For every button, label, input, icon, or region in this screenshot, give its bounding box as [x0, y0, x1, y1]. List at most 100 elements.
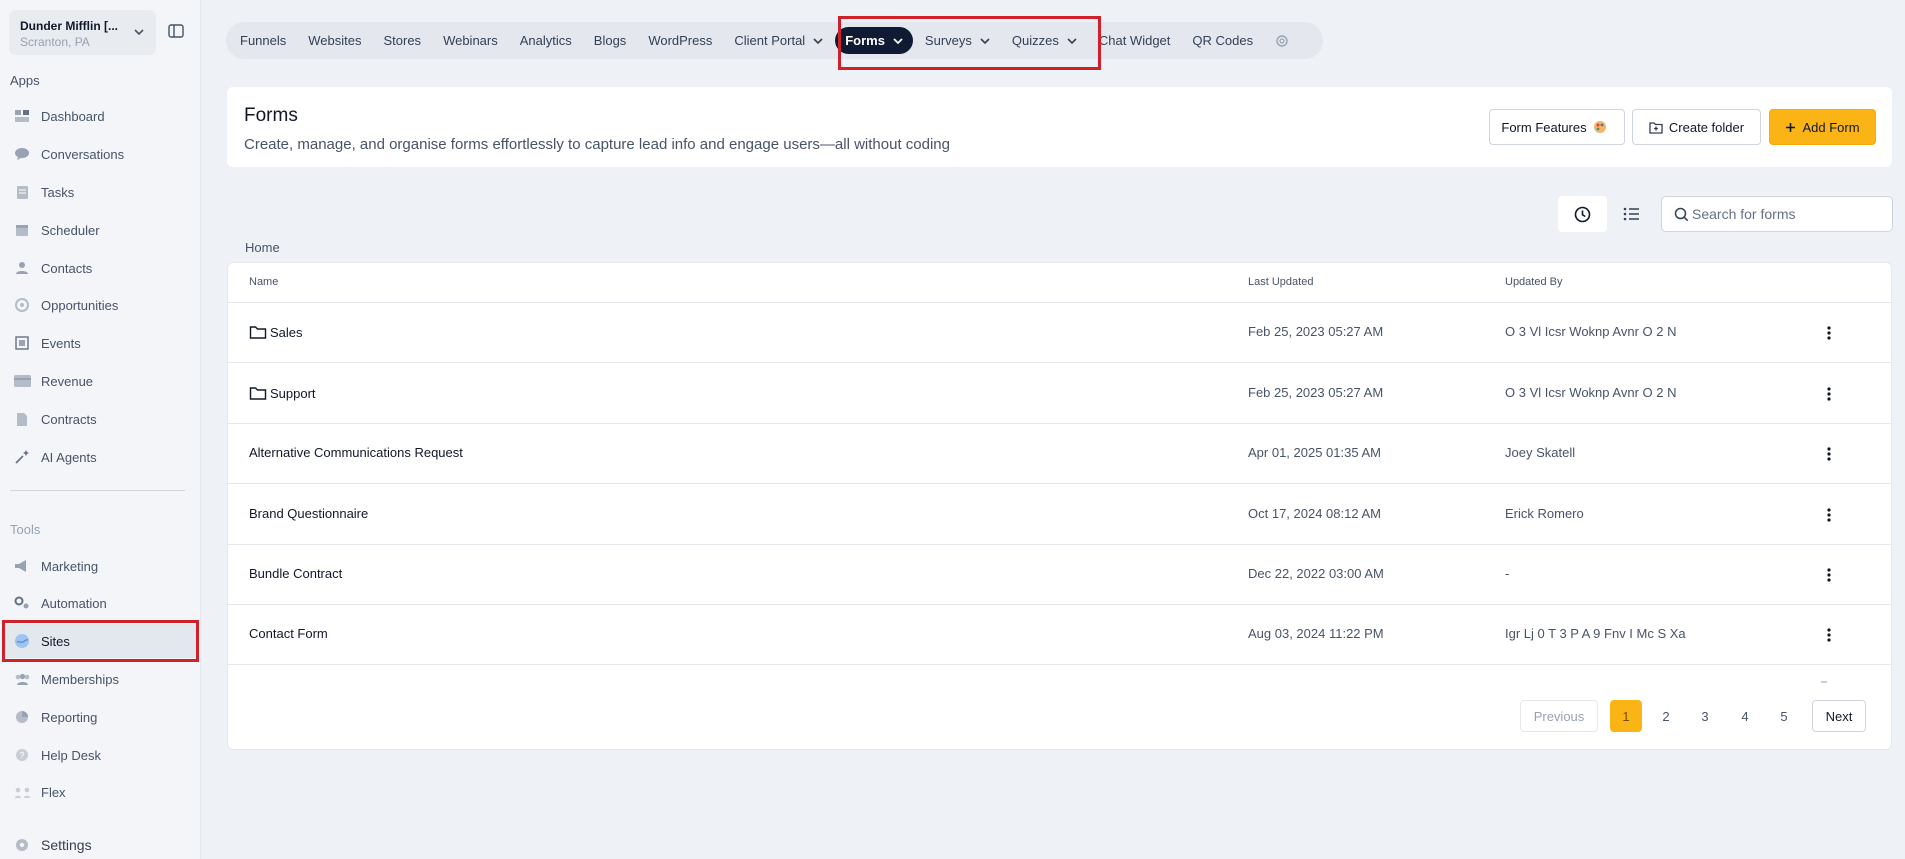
pagination-page-5[interactable]: 5 [1768, 700, 1800, 732]
row-name[interactable]: Support [249, 385, 316, 401]
sidebar-item-label: AI Agents [41, 449, 97, 465]
location-switcher[interactable]: Dunder Mifflin [... Scranton, PA [9, 10, 156, 55]
sidebar-item-label: Automation [41, 595, 107, 611]
dashboard-icon [13, 107, 31, 125]
recent-view-button[interactable] [1558, 196, 1607, 232]
row-name-label: Sales [270, 324, 303, 340]
row-updated-by: - [1505, 566, 1510, 581]
sidebar-item-ai-agents[interactable]: AI Agents [4, 440, 197, 474]
more-options-icon[interactable] [1821, 506, 1837, 524]
more-options-icon[interactable] [1821, 445, 1837, 463]
sidebar-item-marketing[interactable]: Marketing [4, 549, 197, 583]
column-header-updated-by[interactable]: Updated By [1505, 276, 1562, 288]
search-icon [1674, 207, 1689, 222]
page-subtitle: Create, manage, and organise forms effor… [244, 136, 950, 153]
sidebar-item-label: Contacts [41, 260, 93, 276]
row-updated-by: O 3 Vl Icsr Woknp Avnr O 2 N [1505, 385, 1677, 400]
sidebar-item-contracts[interactable]: Contracts [4, 402, 197, 436]
sidebar-item-automation[interactable]: Automation [4, 586, 197, 620]
row-name-label: Support [270, 385, 316, 401]
sidebar-item-settings[interactable]: Settings [4, 828, 197, 859]
more-options-icon[interactable] [1821, 566, 1837, 584]
svg-text:?: ? [19, 751, 24, 761]
form-features-button[interactable]: Form Features [1489, 109, 1625, 145]
chevron-down-icon [134, 29, 144, 36]
row-updated-by: O 3 Vl Icsr Woknp Avnr O 2 N [1505, 324, 1677, 339]
pagination-previous-button[interactable]: Previous [1520, 700, 1598, 732]
sidebar-item-contacts[interactable]: Contacts [4, 251, 197, 285]
tab-websites[interactable]: Websites [308, 33, 361, 48]
gear-icon[interactable] [1275, 34, 1289, 48]
table-row[interactable]: Contact Form Aug 03, 2024 11:22 PM Igr L… [228, 605, 1891, 665]
tab-wordpress[interactable]: WordPress [648, 33, 712, 48]
more-options-icon[interactable] [1821, 385, 1837, 403]
pagination-page-3[interactable]: 3 [1689, 700, 1721, 732]
top-nav: Funnels Websites Stores Webinars Analyti… [226, 22, 1323, 59]
tab-client-portal[interactable]: Client Portal [734, 33, 823, 48]
table-row[interactable]: Bundle Contract Dec 22, 2022 03:00 AM - [228, 545, 1891, 605]
sidebar-collapse-icon[interactable] [167, 22, 185, 40]
create-folder-button[interactable]: Create folder [1632, 109, 1761, 145]
pagination-page-2[interactable]: 2 [1650, 700, 1682, 732]
sidebar-item-revenue[interactable]: Revenue [4, 364, 197, 398]
add-form-button[interactable]: Add Form [1769, 109, 1876, 145]
sidebar-item-reporting[interactable]: Reporting [4, 700, 197, 734]
tab-stores[interactable]: Stores [383, 33, 421, 48]
button-label: Form Features [1501, 119, 1587, 135]
more-options-icon[interactable] [1821, 324, 1837, 342]
row-name[interactable]: Brand Questionnaire [249, 506, 368, 521]
sidebar-item-label: Memberships [41, 671, 120, 687]
table-row[interactable]: Sales Feb 25, 2023 05:27 AM O 3 Vl Icsr … [228, 303, 1891, 363]
list-view-button[interactable] [1607, 196, 1656, 232]
row-name[interactable]: Bundle Contract [249, 566, 342, 581]
tools-section-label: Tools [10, 522, 41, 537]
row-name[interactable]: Alternative Communications Request [249, 445, 463, 460]
ai-agents-icon [13, 448, 31, 466]
page-header: Forms Create, manage, and organise forms… [227, 87, 1892, 167]
automation-icon [13, 594, 31, 612]
apps-section-label: Apps [10, 73, 40, 88]
table-row[interactable]: Support Feb 25, 2023 05:27 AM O 3 Vl Ics… [228, 364, 1891, 424]
row-last-updated: Feb 25, 2023 05:27 AM [1248, 385, 1384, 400]
tab-blogs[interactable]: Blogs [594, 33, 627, 48]
pagination-page-1[interactable]: 1 [1610, 700, 1642, 732]
tab-webinars[interactable]: Webinars [443, 33, 498, 48]
events-icon [13, 334, 31, 352]
sidebar-item-help-desk[interactable]: ? Help Desk [4, 738, 197, 772]
chat-icon [13, 145, 31, 163]
row-last-updated: Apr 01, 2025 01:35 AM [1248, 445, 1381, 460]
tab-chat-widget[interactable]: Chat Widget [1099, 33, 1171, 48]
pagination-page-4[interactable]: 4 [1729, 700, 1761, 732]
tab-analytics[interactable]: Analytics [520, 33, 572, 48]
tab-funnels[interactable]: Funnels [240, 33, 286, 48]
table-row[interactable]: Brand Questionnaire Oct 17, 2024 08:12 A… [228, 485, 1891, 545]
row-updated-by: Joey Skatell [1505, 445, 1576, 460]
table-row[interactable]: Alternative Communications Request Apr 0… [228, 424, 1891, 484]
sidebar-item-conversations[interactable]: Conversations [4, 137, 197, 171]
sidebar-item-tasks[interactable]: Tasks [4, 175, 197, 209]
forms-table: Name Last Updated Updated By Sales Feb 2… [227, 262, 1892, 750]
sidebar-item-events[interactable]: Events [4, 326, 197, 360]
column-header-last-updated[interactable]: Last Updated [1248, 276, 1313, 288]
tab-qr-codes[interactable]: QR Codes [1192, 33, 1253, 48]
sidebar-item-label: Revenue [41, 373, 94, 389]
row-name[interactable]: Sales [249, 324, 303, 340]
sidebar-item-scheduler[interactable]: Scheduler [4, 213, 197, 247]
sidebar-item-label: Help Desk [41, 747, 101, 763]
more-options-icon[interactable] [1821, 626, 1837, 644]
breadcrumb[interactable]: Home [245, 240, 280, 255]
sidebar-item-label: Contracts [41, 411, 97, 427]
sidebar-item-label: Opportunities [41, 297, 119, 313]
pagination-next-button[interactable]: Next [1812, 700, 1866, 732]
marketing-icon [13, 557, 31, 575]
sidebar-item-dashboard[interactable]: Dashboard [4, 99, 197, 133]
sidebar-item-opportunities[interactable]: Opportunities [4, 288, 197, 322]
row-updated-by: Erick Romero [1505, 506, 1584, 521]
column-header-name[interactable]: Name [249, 276, 278, 288]
sidebar-item-flex[interactable]: Flex [4, 775, 197, 809]
sidebar-item-memberships[interactable]: Memberships [4, 662, 197, 696]
row-name[interactable]: Contact Form [249, 626, 328, 641]
search-input[interactable] [1692, 197, 1887, 231]
folder-icon [249, 326, 267, 339]
opportunities-icon [13, 296, 31, 314]
